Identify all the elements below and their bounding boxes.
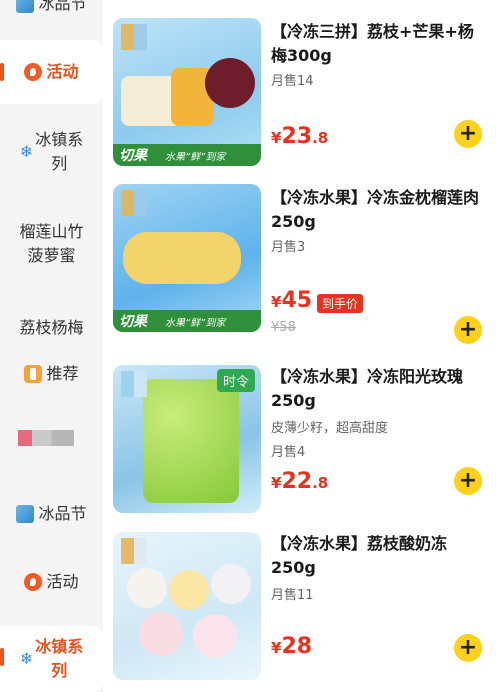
- monthly-sales: 月售14: [271, 74, 314, 89]
- original-price: ¥58: [271, 320, 296, 335]
- grapes: [143, 379, 239, 503]
- product-card[interactable]: 切果 水果“鲜”到家 【冷冻水果】冷冻金枕榴莲肉250g 月售3 ¥45 到手价…: [103, 170, 500, 355]
- product-card[interactable]: 切果 水果“鲜”到家 【冷冻三拼】荔枝+芒果+杨梅300g 月售14 ¥23.8…: [103, 0, 500, 170]
- product-title: 【冷冻水果】冷冻金枕榴莲肉250g: [271, 188, 480, 231]
- sidebar-item-chilled-series[interactable]: ❄ 冰镇系 列: [0, 124, 103, 180]
- monthly-sales: 月售11: [271, 588, 314, 603]
- product-card[interactable]: 时令 【冷冻水果】冷冻阳光玫瑰250g 皮薄少籽，超高甜度 月售4 ¥22.8 …: [103, 355, 500, 520]
- product-title: 【冷冻水果】荔枝酸奶冻250g: [271, 534, 448, 577]
- category-sidebar: 冰品节 活动 ❄ 冰镇系 列 榴莲山竹 菠萝蜜 荔枝杨梅 推荐 冰品节 活动 ❄…: [0, 0, 103, 692]
- product-price: ¥45: [271, 288, 313, 313]
- sidebar-item-activity[interactable]: 活动: [0, 40, 103, 104]
- yogurt-ball: [139, 612, 183, 656]
- sidebar-item-chilled-series-2[interactable]: ❄ 冰镇系 列: [0, 626, 103, 692]
- product-description: 皮薄少籽，超高甜度: [271, 421, 389, 436]
- recommend-icon: [24, 365, 43, 383]
- add-to-cart-button[interactable]: +: [454, 634, 482, 662]
- brand-mosaic: [121, 371, 147, 397]
- image-banner: 切果 水果“鲜”到家: [113, 144, 261, 166]
- durian-flesh: [123, 232, 241, 284]
- product-card[interactable]: 【冷冻水果】荔枝酸奶冻250g 月售11 ¥28 +: [103, 520, 500, 692]
- monthly-sales: 月售4: [271, 445, 306, 460]
- product-image[interactable]: [113, 532, 261, 680]
- sidebar-item-ice-festival-top[interactable]: 冰品节: [0, 0, 103, 16]
- product-price: ¥23.8: [271, 124, 329, 149]
- yogurt-ball: [127, 568, 167, 608]
- brand-mosaic: [121, 538, 147, 564]
- sidebar-item-recommend[interactable]: 推荐: [0, 360, 103, 388]
- monthly-sales: 月售3: [271, 240, 306, 255]
- product-image[interactable]: 切果 水果“鲜”到家: [113, 184, 261, 332]
- ice-cube-icon: [16, 505, 35, 523]
- product-price: ¥28: [271, 634, 313, 659]
- add-to-cart-button[interactable]: +: [454, 316, 482, 344]
- yogurt-ball: [169, 570, 209, 610]
- product-title: 【冷冻水果】冷冻阳光玫瑰250g: [271, 367, 464, 410]
- add-to-cart-button[interactable]: +: [454, 467, 482, 495]
- yogurt-ball: [193, 614, 237, 658]
- yogurt-ball: [211, 564, 251, 604]
- snowflake-icon: ❄: [19, 142, 34, 161]
- active-indicator: [0, 63, 4, 81]
- ice-cube-icon: [16, 0, 35, 13]
- image-banner: 切果 水果“鲜”到家: [113, 310, 261, 332]
- sidebar-item-lychee[interactable]: 荔枝杨梅: [0, 314, 103, 342]
- product-price: ¥22.8: [271, 469, 329, 494]
- sidebar-item-activity-2[interactable]: 活动: [0, 568, 103, 596]
- add-to-cart-button[interactable]: +: [454, 120, 482, 148]
- product-title: 【冷冻三拼】荔枝+芒果+杨梅300g: [271, 22, 474, 65]
- activity-icon: [24, 573, 43, 591]
- sidebar-item-durian[interactable]: 榴莲山竹 菠萝蜜: [0, 218, 103, 270]
- brand-mosaic: [121, 24, 147, 50]
- brand-mosaic: [121, 190, 147, 216]
- bayberry-pieces: [205, 58, 255, 108]
- activity-icon: [24, 63, 43, 81]
- active-indicator-2: [0, 648, 4, 666]
- product-image[interactable]: 切果 水果“鲜”到家: [113, 18, 261, 166]
- blurred-sidebar-item[interactable]: [18, 430, 74, 446]
- sidebar-item-ice-festival[interactable]: 冰品节: [0, 500, 103, 528]
- final-price-badge: 到手价: [317, 294, 364, 313]
- snowflake-icon: ❄: [19, 649, 34, 668]
- product-image[interactable]: 时令: [113, 365, 261, 513]
- seasonal-tag: 时令: [216, 369, 255, 392]
